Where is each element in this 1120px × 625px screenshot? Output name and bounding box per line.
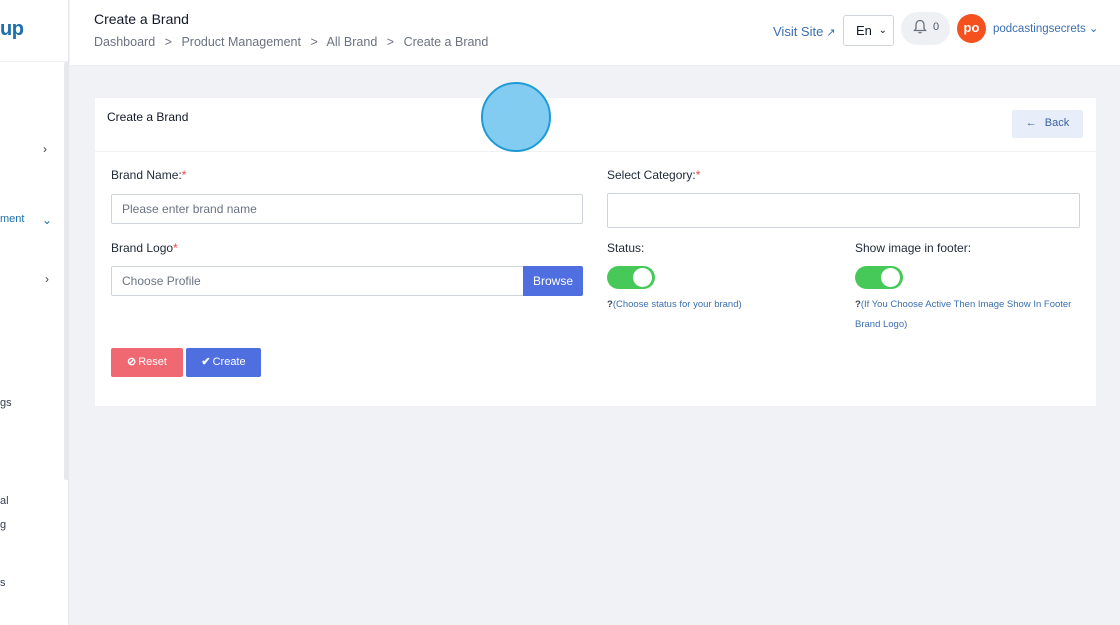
sidebar-item-settings[interactable]: gs [0, 397, 12, 409]
page-title: Create a Brand [94, 11, 189, 27]
footer-image-hint: ?(If You Choose Active Then Image Show I… [855, 295, 1090, 335]
ban-icon: ⊘ [127, 356, 137, 368]
language-select[interactable]: En ⌄ [843, 15, 894, 46]
logo-area: up [0, 0, 68, 62]
sidebar-item-product-management[interactable]: ment [0, 213, 24, 225]
logo[interactable]: up [0, 18, 24, 41]
create-brand-card: Create a Brand ← Back Brand Name:* Please… [95, 98, 1096, 406]
create-button[interactable]: ✔ Create [186, 348, 261, 377]
brand-logo-label-text: Brand Logo [111, 241, 174, 255]
brand-name-input[interactable]: Please enter brand name [111, 194, 583, 224]
footer-image-hint-line2: Brand Logo) [855, 319, 908, 330]
create-label: Create [212, 356, 246, 368]
language-value: En [856, 23, 872, 38]
reset-label: Reset [138, 356, 167, 368]
footer-image-label: Show image in footer: [855, 241, 972, 255]
click-indicator [481, 82, 551, 152]
reset-button[interactable]: ⊘ Reset [111, 348, 183, 377]
breadcrumb-all-brand[interactable]: All Brand [327, 35, 378, 49]
status-toggle[interactable] [607, 266, 655, 289]
external-link-icon: ↗ [826, 27, 836, 39]
breadcrumb-dashboard[interactable]: Dashboard [94, 35, 155, 49]
sidebar-item-general[interactable]: al [0, 495, 9, 507]
required-marker: * [695, 168, 701, 182]
back-label: Back [1044, 117, 1070, 129]
avatar[interactable]: po [957, 14, 986, 43]
sidebar: up › ment ⌄ › gs al g s [0, 0, 69, 625]
card-title: Create a Brand [107, 110, 189, 124]
breadcrumb-separator: > [386, 35, 395, 49]
back-button[interactable]: ← Back [1012, 110, 1083, 138]
top-header: Create a Brand Dashboard > Product Manag… [70, 0, 1120, 66]
notifications-button[interactable]: 0 [901, 12, 950, 45]
chevron-right-icon[interactable]: › [43, 142, 47, 156]
notification-count: 0 [933, 21, 940, 33]
brand-name-label-text: Brand Name: [111, 168, 182, 182]
user-menu[interactable]: podcastingsecrets ⌄ [993, 21, 1099, 35]
brand-logo-placeholder: Choose Profile [122, 274, 201, 288]
select-category-input[interactable] [607, 193, 1080, 228]
brand-logo-label: Brand Logo* [111, 241, 178, 255]
brand-logo-file-input[interactable]: Choose Profile [111, 266, 524, 296]
sidebar-item-misc[interactable]: s [0, 577, 6, 589]
status-hint: ?(Choose status for your brand) [607, 295, 742, 315]
breadcrumb-product-management[interactable]: Product Management [181, 35, 301, 49]
check-circle-icon: ✔ [201, 356, 211, 368]
arrow-left-icon: ← [1025, 117, 1037, 129]
status-hint-text: (Choose status for your brand) [612, 299, 742, 310]
toggle-knob [633, 268, 652, 287]
chevron-right-icon[interactable]: › [45, 272, 49, 286]
required-marker: * [173, 241, 178, 255]
footer-image-toggle[interactable] [855, 266, 903, 289]
breadcrumb-separator: > [164, 35, 172, 49]
bell-icon [913, 19, 927, 38]
visit-site-link[interactable]: Visit Site ↗ [773, 24, 836, 39]
breadcrumb-current: Create a Brand [403, 35, 489, 49]
card-header: Create a Brand ← Back [95, 98, 1096, 152]
status-label: Status: [607, 241, 645, 255]
brand-name-placeholder: Please enter brand name [122, 202, 257, 216]
footer-image-hint-line1: (If You Choose Active Then Image Show In… [860, 299, 1072, 310]
breadcrumb: Dashboard > Product Management > All Bra… [94, 35, 488, 49]
breadcrumb-separator: > [310, 35, 318, 49]
sidebar-scrollbar[interactable] [64, 62, 68, 480]
browse-button[interactable]: Browse [523, 266, 583, 296]
username: podcastingsecrets [993, 23, 1086, 35]
chevron-down-icon[interactable]: ⌄ [42, 213, 52, 227]
brand-name-label: Brand Name:* [111, 168, 186, 182]
sidebar-item-config[interactable]: g [0, 519, 6, 531]
select-category-label: Select Category:* [607, 168, 700, 182]
select-category-label-text: Select Category: [607, 168, 696, 182]
chevron-down-icon: ⌄ [1088, 23, 1099, 35]
chevron-down-icon: ⌄ [878, 25, 887, 36]
visit-site-label: Visit Site [773, 24, 824, 39]
required-marker: * [181, 168, 187, 182]
toggle-knob [881, 268, 900, 287]
